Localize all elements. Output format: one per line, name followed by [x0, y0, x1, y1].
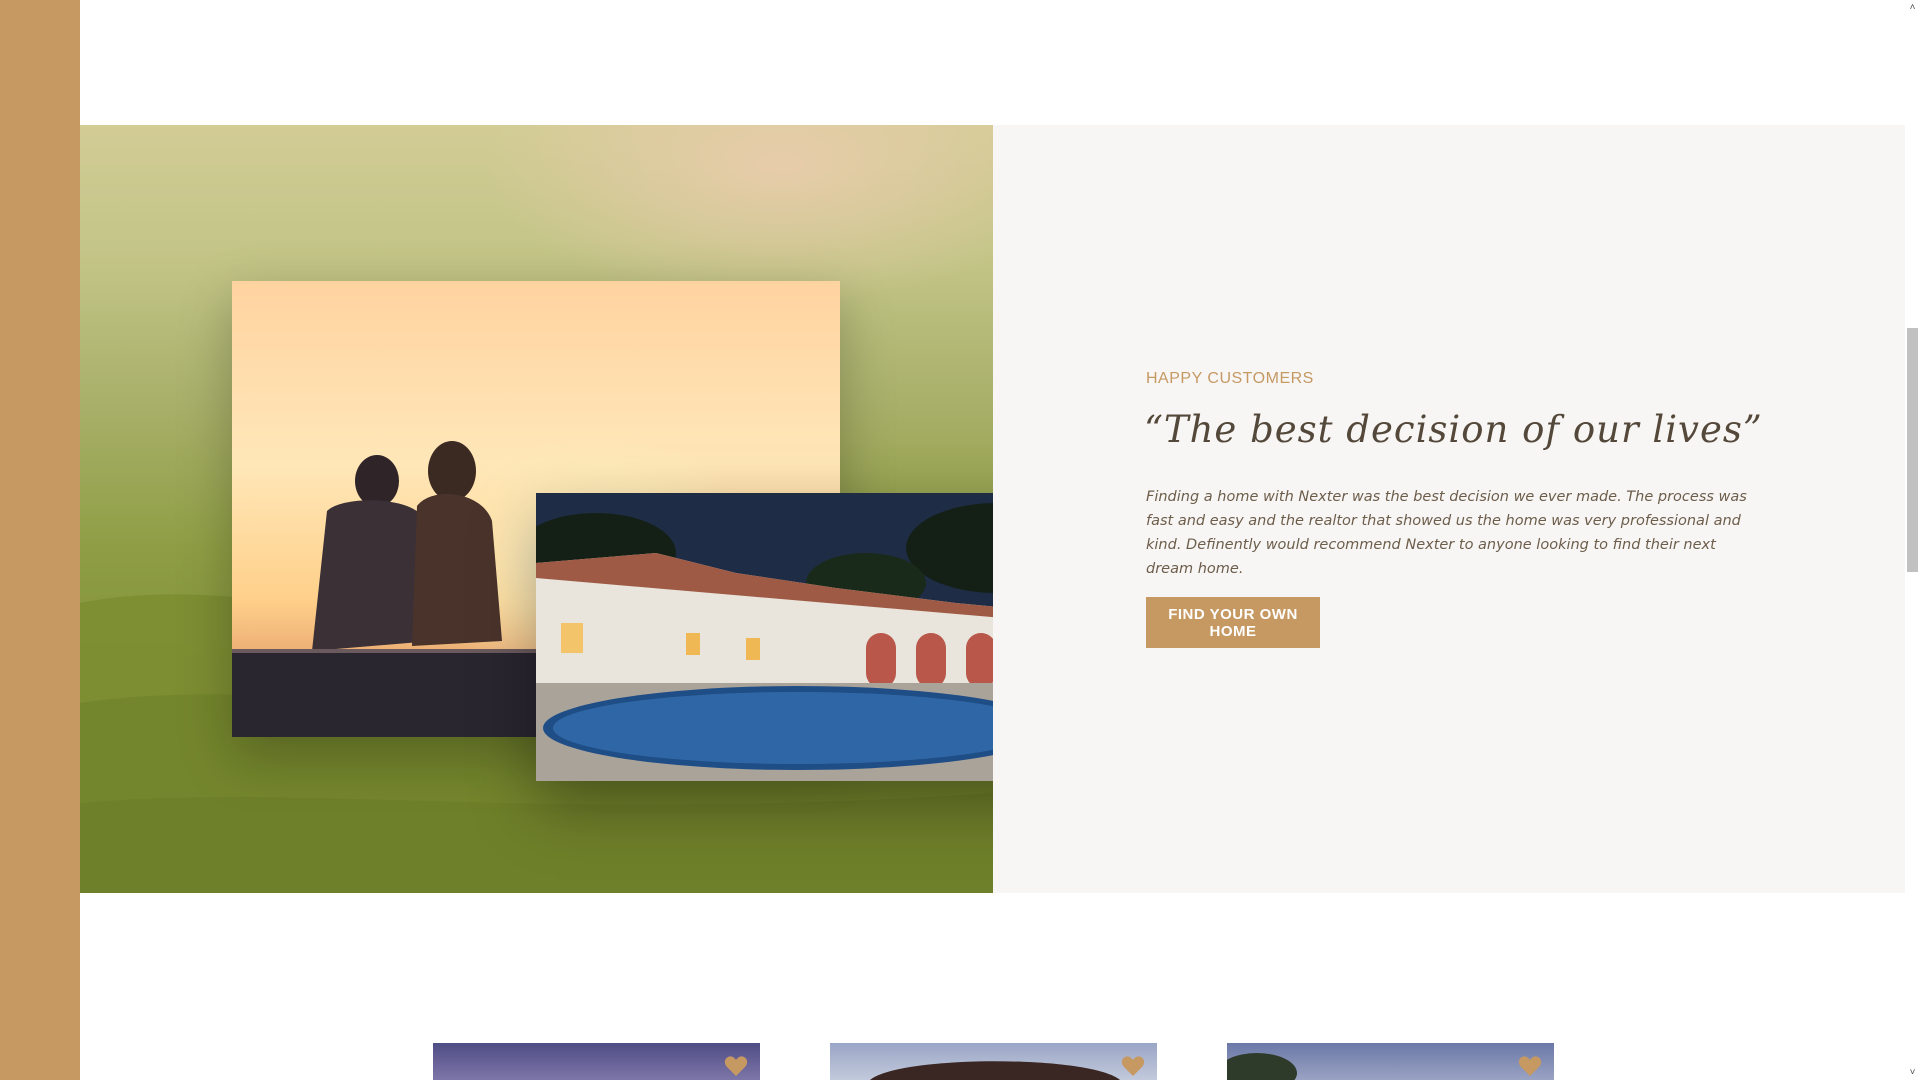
- story-section: HAPPY CUSTOMERS “The best decision of ou…: [80, 125, 1905, 893]
- chevron-up-icon[interactable]: ˄: [1905, 0, 1920, 15]
- testimonial-heading: “The best decision of our lives”: [1144, 408, 1763, 451]
- sidebar: [0, 0, 80, 1080]
- villa-illustration: [536, 493, 993, 781]
- story-content: HAPPY CUSTOMERS “The best decision of ou…: [993, 125, 1905, 893]
- villa-pool-photo: [536, 493, 993, 781]
- heart-icon[interactable]: [724, 1055, 748, 1077]
- chevron-down-icon[interactable]: ˅: [1905, 1065, 1920, 1080]
- story-pictures-background: [80, 125, 993, 893]
- page-content: HAPPY CUSTOMERS “The best decision of ou…: [80, 0, 1905, 1080]
- section-subheading: HAPPY CUSTOMERS: [1146, 370, 1314, 387]
- home-image: [870, 1061, 1120, 1080]
- home-image: [1227, 1053, 1297, 1080]
- find-home-button[interactable]: FIND YOUR OWN HOME: [1146, 597, 1320, 648]
- vertical-scrollbar[interactable]: ˄ ˅: [1905, 0, 1920, 1080]
- testimonial-text: Finding a home with Nexter was the best …: [1146, 489, 1747, 577]
- heart-icon[interactable]: [1121, 1055, 1145, 1077]
- home-card[interactable]: [433, 1043, 760, 1080]
- scrollbar-thumb[interactable]: [1907, 328, 1918, 572]
- home-card[interactable]: [830, 1043, 1157, 1080]
- home-card[interactable]: [1227, 1043, 1554, 1080]
- homes-section: [80, 1043, 1905, 1080]
- heart-icon[interactable]: [1518, 1055, 1542, 1077]
